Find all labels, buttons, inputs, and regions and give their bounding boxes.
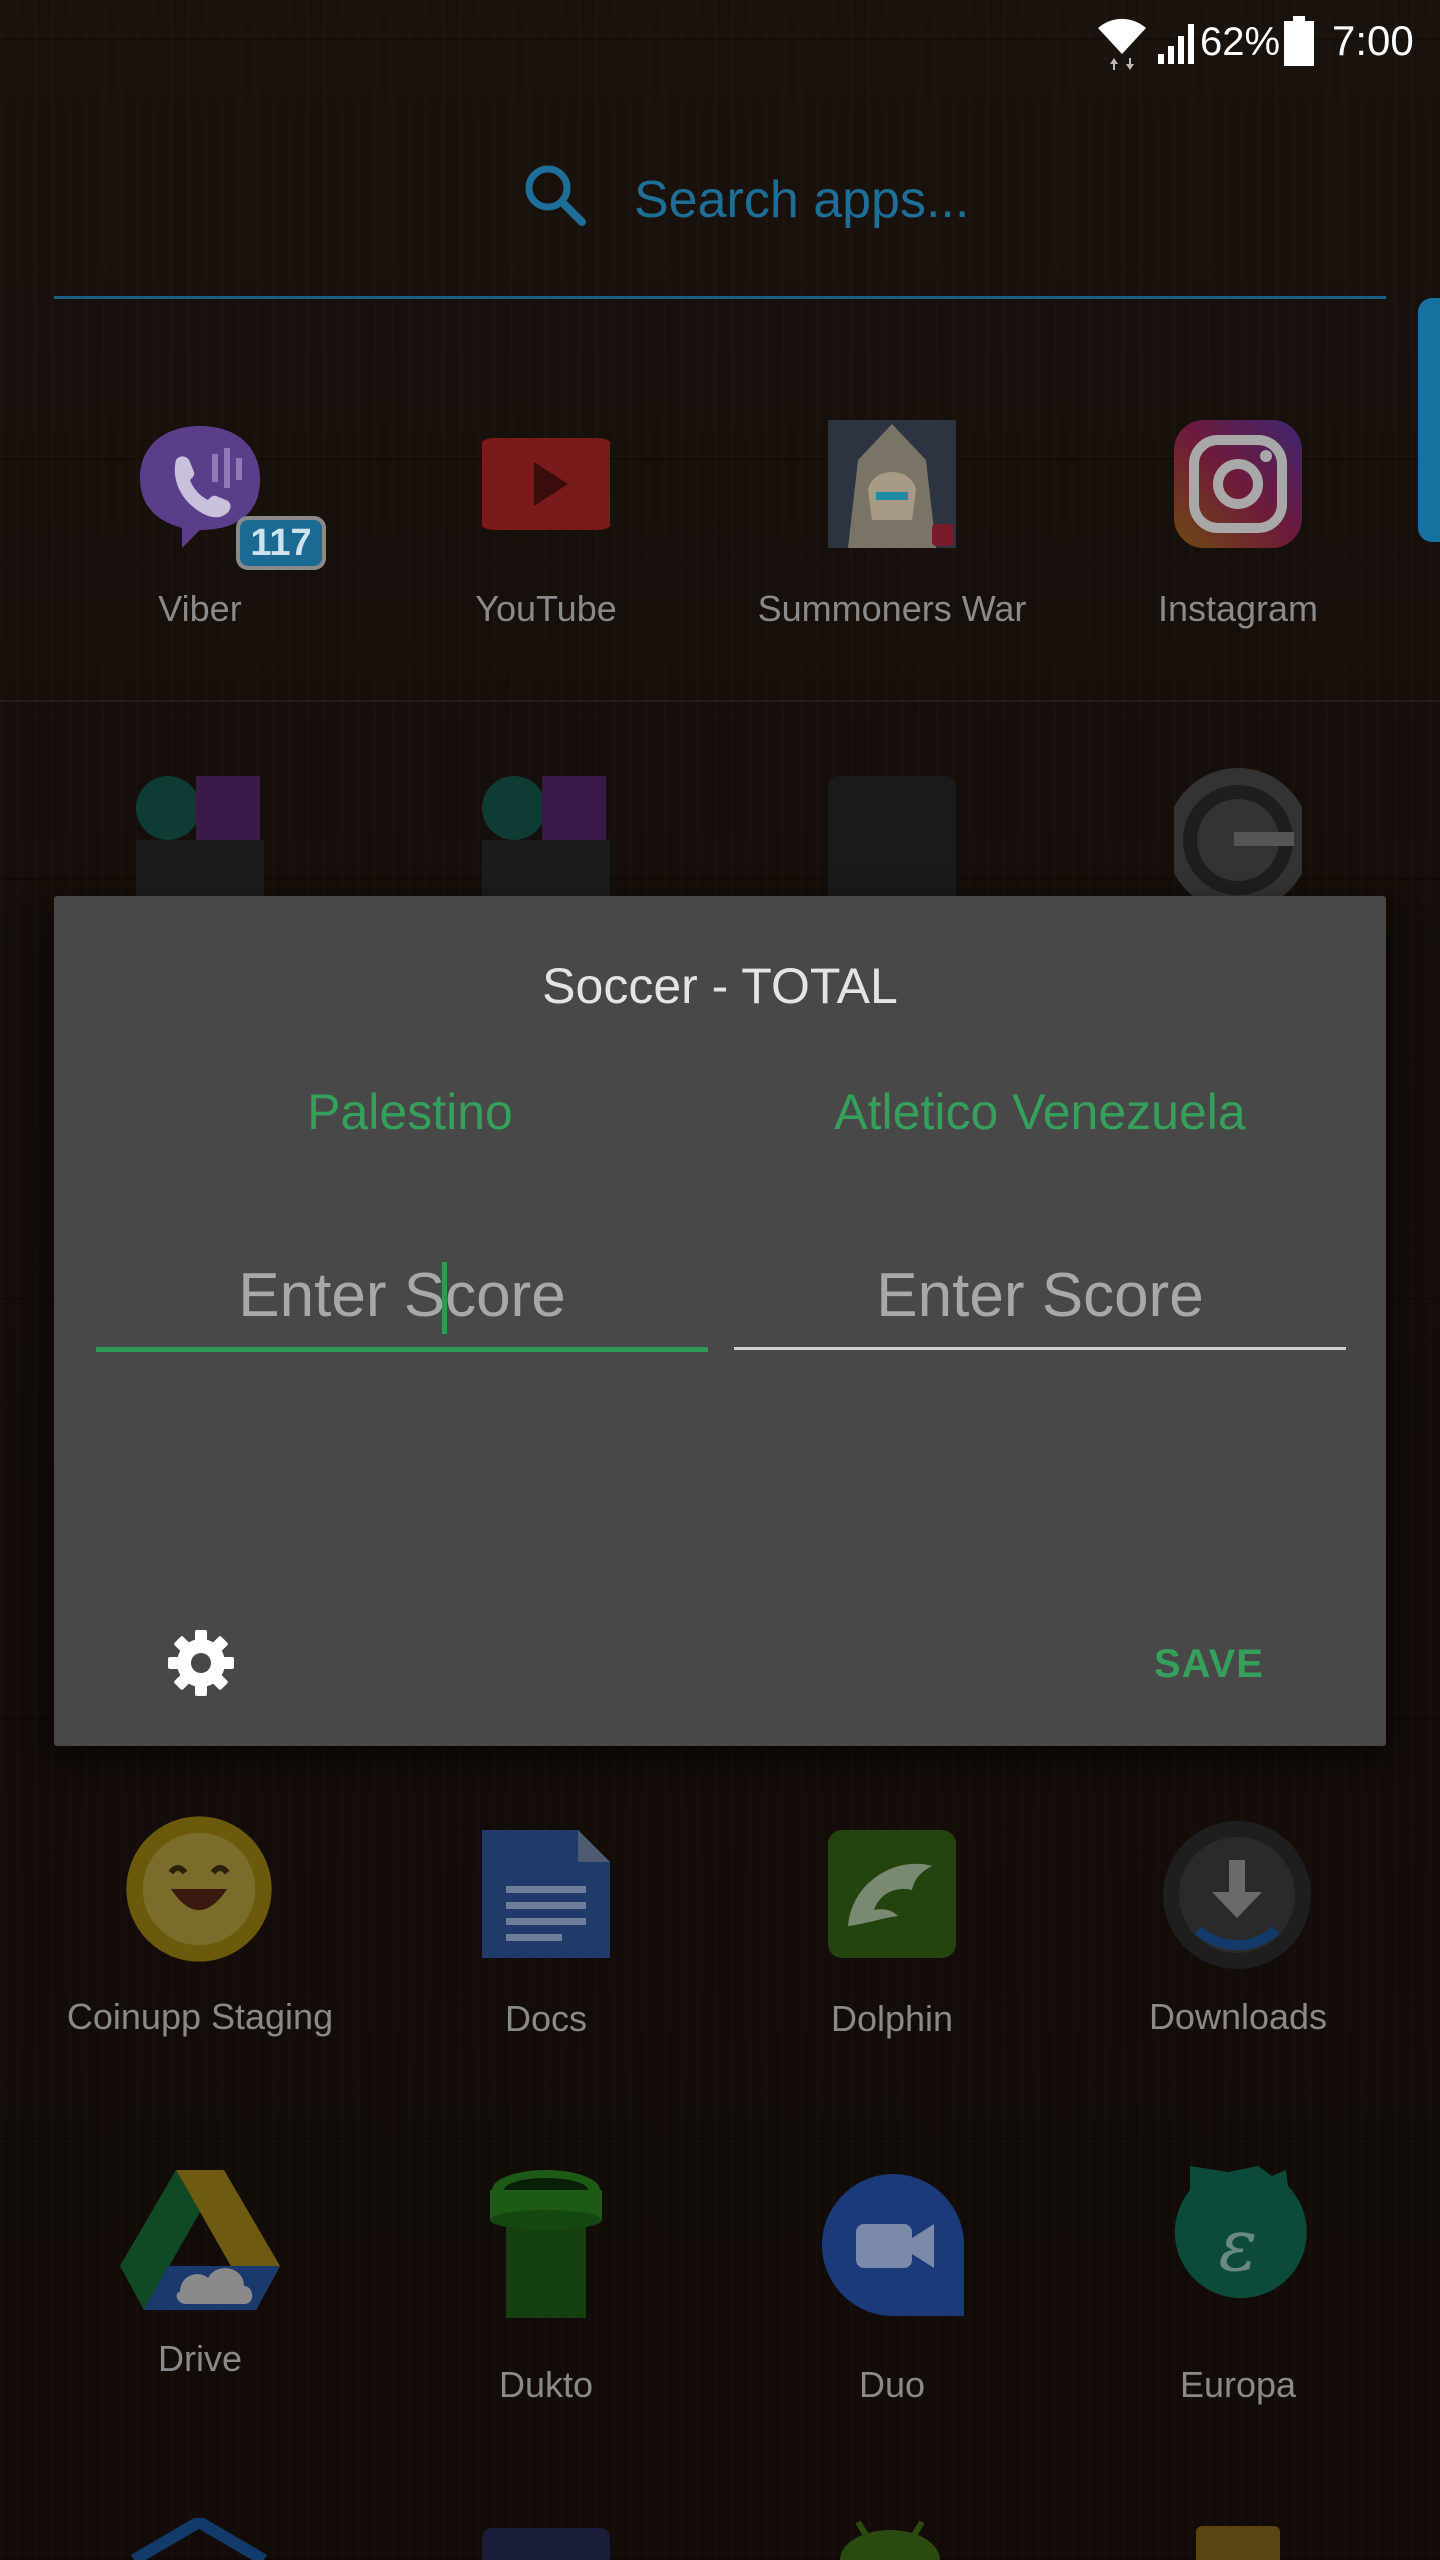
app-label: Summoners War [757, 588, 1027, 629]
app-dolphin[interactable]: Dolphin [742, 1830, 1042, 2090]
app-youtube[interactable]: YouTube [396, 420, 696, 680]
drive-icon [120, 2170, 280, 2310]
search-underline [54, 296, 1386, 299]
partial-app-icon [1196, 2526, 1280, 2560]
coinupp-icon [126, 1816, 272, 1962]
dolphin-icon [828, 1830, 956, 1958]
app-viber[interactable]: 117 Viber [50, 420, 350, 680]
app-label: Duo [858, 2364, 926, 2405]
home-score-underline [96, 1347, 708, 1352]
app-label: Drive [157, 2338, 242, 2379]
app-docs[interactable]: Docs [396, 1830, 696, 2090]
app-instagram[interactable]: Instagram [1088, 420, 1388, 680]
wifi-icon [1098, 18, 1146, 70]
app-label: YouTube [475, 588, 617, 629]
clock-app-icon [1174, 768, 1302, 912]
battery-icon [1284, 16, 1314, 66]
save-button[interactable]: SAVE [1154, 1634, 1264, 1694]
app-downloads[interactable]: Downloads [1088, 1820, 1388, 2080]
partial-app-icon [840, 2520, 940, 2560]
app-europa[interactable]: ε Europa [1088, 2166, 1388, 2426]
app-label: Dolphin [830, 1998, 954, 2039]
signal-icon [1158, 24, 1194, 64]
summoners-war-icon [828, 420, 956, 548]
partial-app-icon [482, 2528, 610, 2560]
folder-icon [482, 776, 610, 904]
battery-percent: 62% [1200, 20, 1281, 64]
docs-icon [482, 1830, 610, 1958]
notification-badge: 117 [236, 516, 326, 570]
app-label: Dukto [498, 2364, 594, 2405]
app-coinupp-staging[interactable]: Coinupp Staging [50, 1816, 350, 2080]
app-summoners-war[interactable]: Summoners War [742, 420, 1042, 680]
youtube-icon [482, 438, 610, 530]
text-cursor [442, 1262, 447, 1334]
away-score-input[interactable]: Enter Score [734, 1256, 1346, 1350]
duo-icon [822, 2174, 964, 2316]
app-label: Coinupp Staging [66, 1996, 334, 2037]
team-home-name: Palestino [307, 1084, 513, 1140]
app-duo[interactable]: Duo [742, 2170, 1042, 2430]
app-drive[interactable]: Drive [50, 2170, 350, 2430]
gear-icon[interactable] [166, 1628, 236, 1698]
partial-app-icon [130, 2518, 268, 2560]
home-score-placeholder: Enter Score [238, 1261, 566, 1330]
away-score-underline [734, 1347, 1346, 1350]
grid-divider [0, 700, 1440, 702]
dialog-title: Soccer - TOTAL [542, 958, 898, 1014]
app-label: Instagram [1157, 588, 1319, 629]
europa-icon: ε [1174, 2166, 1307, 2299]
search-bar[interactable]: Search apps... [54, 120, 1386, 300]
dukto-icon [490, 2170, 602, 2318]
app-dukto[interactable]: Dukto [396, 2168, 696, 2428]
team-away-name: Atletico Venezuela [834, 1084, 1246, 1140]
clock: 7:00 [1332, 17, 1414, 64]
search-icon [525, 165, 586, 226]
side-scroll-tab[interactable] [1418, 298, 1440, 542]
away-score-placeholder: Enter Score [876, 1261, 1204, 1330]
app-label: Docs [504, 1998, 588, 2039]
9gag-icon [828, 776, 956, 904]
downloads-icon [1163, 1821, 1311, 1969]
search-input[interactable]: Search apps... [634, 170, 969, 230]
score-dialog: Soccer - TOTAL Palestino Atletico Venezu… [54, 896, 1386, 1746]
home-score-input[interactable]: Enter Score [96, 1256, 708, 1352]
app-label: Downloads [1148, 1996, 1328, 2037]
instagram-icon [1174, 420, 1302, 548]
app-label: Viber [158, 588, 242, 629]
app-label: Europa [1179, 2364, 1297, 2405]
svg-text:ε: ε [1219, 2203, 1258, 2287]
folder-icon [136, 776, 264, 904]
status-bar: 62% 7:00 [0, 0, 1440, 84]
